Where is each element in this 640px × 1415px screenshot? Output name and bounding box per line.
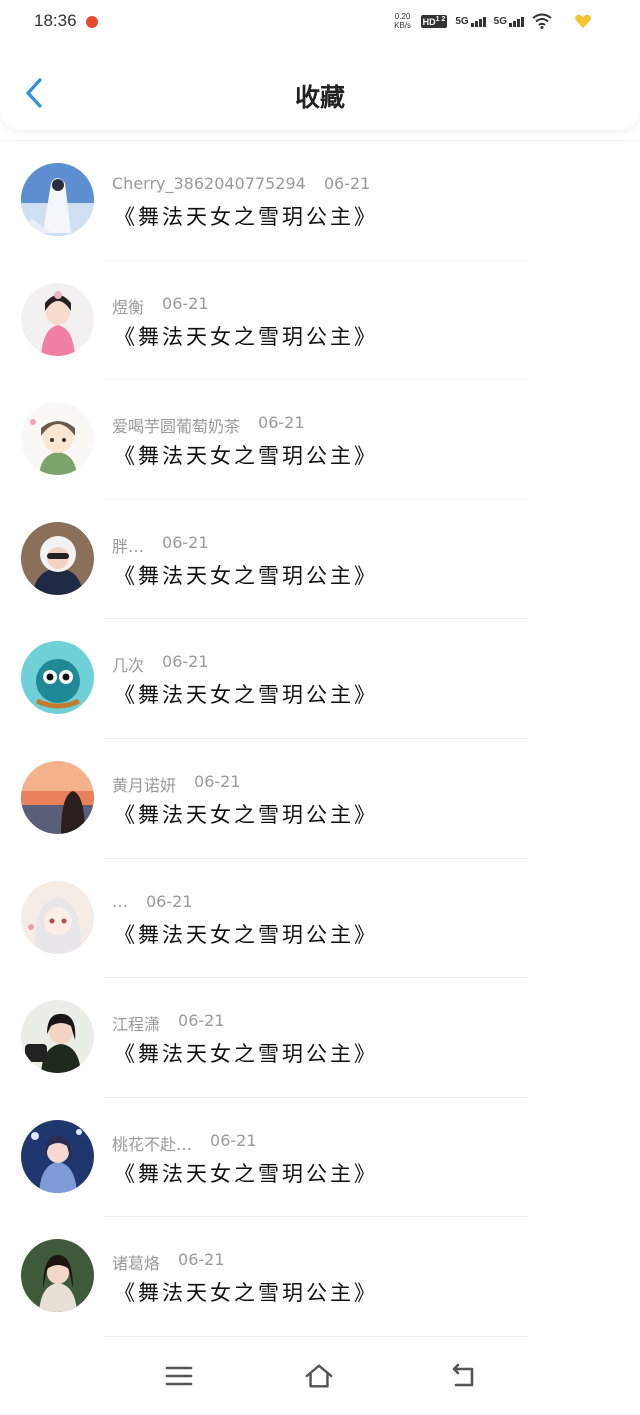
signal-icon: 5G: [455, 15, 486, 27]
signal-label-2: 5G: [493, 15, 507, 27]
username[interactable]: …: [112, 892, 128, 911]
date: 06-21: [258, 413, 305, 433]
item-meta: 几次 06-21: [112, 652, 209, 676]
date: 06-21: [178, 1011, 225, 1031]
speed-unit: KB/s: [394, 21, 412, 30]
network-speed: 0.20 KB/s: [393, 12, 413, 30]
date: 06-21: [162, 293, 209, 313]
list-item[interactable]: 诸葛烙 06-21 《舞法天女之雪玥公主》: [0, 1217, 640, 1337]
back-nav-icon[interactable]: [448, 1361, 478, 1391]
list-item[interactable]: Cherry_3862040775294 06-21 《舞法天女之雪玥公主》: [0, 141, 640, 261]
avatar[interactable]: [21, 402, 94, 476]
book-title[interactable]: 《舞法天女之雪玥公主》: [114, 1158, 378, 1188]
book-title[interactable]: 《舞法天女之雪玥公主》: [114, 799, 378, 829]
book-title[interactable]: 《舞法天女之雪玥公主》: [114, 679, 378, 709]
signal-label-1: 5G: [455, 15, 469, 27]
avatar[interactable]: [21, 282, 94, 356]
wifi-icon: [532, 13, 552, 29]
list-item[interactable]: 桃花不赴… 06-21 《舞法天女之雪玥公主》: [0, 1098, 640, 1218]
username[interactable]: 诸葛烙: [112, 1250, 160, 1274]
book-title[interactable]: 《舞法天女之雪玥公主》: [114, 201, 378, 231]
date: 06-21: [323, 174, 371, 193]
avatar[interactable]: [21, 760, 94, 834]
username[interactable]: 煜衡: [112, 294, 144, 318]
username[interactable]: Cherry_3862040775294: [112, 174, 306, 193]
status-bar: 18:36 0.20 KB/s HD1 2 5G 5G: [0, 0, 640, 44]
book-title[interactable]: 《舞法天女之雪玥公主》: [114, 560, 378, 590]
hd-icon: HD1 2: [420, 14, 448, 28]
avatar[interactable]: [21, 163, 94, 236]
list-item[interactable]: 胖… 06-21 《舞法天女之雪玥公主》: [0, 500, 640, 620]
date: 06-21: [210, 1130, 257, 1150]
username[interactable]: 爱喝芋圆葡萄奶茶: [112, 413, 240, 437]
book-title[interactable]: 《舞法天女之雪玥公主》: [114, 919, 378, 949]
book-title[interactable]: 《舞法天女之雪玥公主》: [114, 1277, 378, 1307]
list-item[interactable]: 爱喝芋圆葡萄奶茶 06-21 《舞法天女之雪玥公主》: [0, 380, 640, 500]
signal-icon: 5G: [494, 16, 524, 27]
item-meta: … 06-21: [112, 892, 193, 911]
avatar[interactable]: [21, 880, 94, 954]
book-title[interactable]: 《舞法天女之雪玥公主》: [114, 440, 378, 470]
speed-value: 0.20: [394, 12, 411, 21]
page-title: 收藏: [294, 83, 345, 112]
item-meta: 诸葛烙 06-21: [112, 1250, 225, 1274]
date: 06-21: [162, 652, 209, 672]
hd-sub: 1 2: [435, 15, 446, 23]
username[interactable]: 胖…: [112, 533, 144, 557]
app-header: 收藏: [0, 44, 640, 130]
battery-heart-icon: [575, 14, 591, 29]
username[interactable]: 江程潇: [112, 1011, 160, 1035]
status-time: 18:36: [34, 11, 77, 30]
avatar[interactable]: [21, 1119, 94, 1193]
username[interactable]: 黄月诺妍: [112, 772, 176, 796]
list-item[interactable]: 几次 06-21 《舞法天女之雪玥公主》: [0, 619, 640, 739]
menu-icon[interactable]: [164, 1361, 194, 1391]
avatar[interactable]: [21, 1239, 94, 1313]
book-title[interactable]: 《舞法天女之雪玥公主》: [114, 321, 378, 351]
item-meta: 黄月诺妍 06-21: [112, 772, 241, 796]
item-meta: 煜衡 06-21: [112, 294, 209, 318]
username[interactable]: 桃花不赴…: [112, 1131, 192, 1155]
avatar[interactable]: [21, 1000, 94, 1074]
list-item[interactable]: … 06-21 《舞法天女之雪玥公主》: [0, 859, 640, 979]
favorites-list: Cherry_3862040775294 06-21 《舞法天女之雪玥公主》 煜…: [0, 140, 640, 1337]
item-meta: Cherry_3862040775294 06-21: [112, 174, 370, 193]
item-meta: 胖… 06-21: [112, 533, 209, 557]
avatar[interactable]: [21, 521, 94, 595]
date: 06-21: [162, 532, 209, 552]
book-title[interactable]: 《舞法天女之雪玥公主》: [114, 1038, 378, 1068]
list-item[interactable]: 黄月诺妍 06-21 《舞法天女之雪玥公主》: [0, 739, 640, 859]
divider: [104, 1335, 528, 1337]
item-meta: 江程潇 06-21: [112, 1011, 225, 1035]
date: 06-21: [146, 891, 193, 911]
item-meta: 桃花不赴… 06-21: [112, 1131, 257, 1155]
list-item[interactable]: 煜衡 06-21 《舞法天女之雪玥公主》: [0, 261, 640, 381]
item-meta: 爱喝芋圆葡萄奶茶 06-21: [112, 413, 305, 437]
avatar[interactable]: [21, 641, 94, 715]
system-nav-bar: [0, 1339, 640, 1415]
date: 06-21: [178, 1250, 225, 1270]
status-indicators: 0.20 KB/s HD1 2 5G 5G: [393, 12, 592, 30]
list-item[interactable]: 江程潇 06-21 《舞法天女之雪玥公主》: [0, 978, 640, 1098]
notification-icon: [86, 16, 98, 28]
date: 06-21: [194, 771, 241, 791]
hd-label: HD: [422, 16, 436, 27]
username[interactable]: 几次: [112, 652, 144, 676]
home-icon[interactable]: [304, 1361, 334, 1391]
